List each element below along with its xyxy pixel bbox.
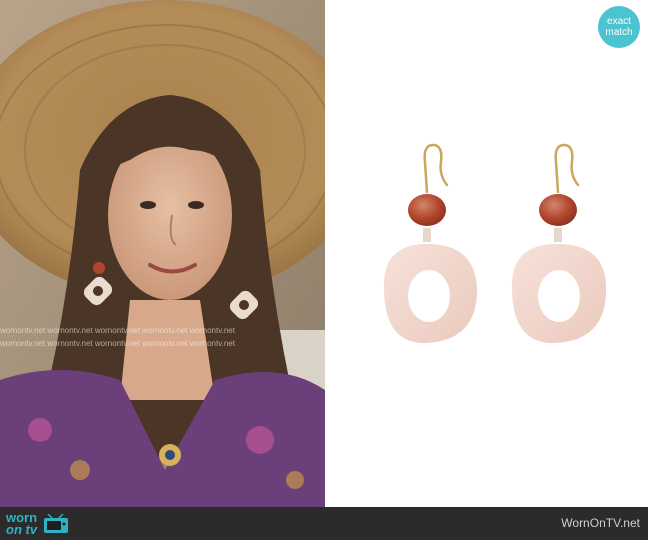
logo-bottom: on tv	[6, 521, 38, 537]
product-image	[325, 0, 648, 507]
site-name: WornOnTV.net	[561, 516, 640, 530]
tv-icon	[44, 513, 69, 533]
logo-text: worn on tv	[6, 511, 38, 537]
earrings-illustration	[383, 143, 607, 344]
watermark-row: wornontv.net wornontv.net wornontv.net w…	[0, 326, 235, 335]
wornontv-logo[interactable]: worn on tv	[6, 510, 69, 537]
exact-match-badge: exact match	[598, 6, 640, 48]
woman-photo: wornontv.net wornontv.net wornontv.net w…	[0, 0, 325, 507]
badge-line-1: exact	[607, 16, 631, 27]
footer-bar: worn on tv WornOnTV.net	[0, 507, 648, 540]
watermark-row: wornontv.net wornontv.net wornontv.net w…	[0, 339, 235, 348]
woman-illustration	[0, 0, 325, 507]
badge-line-2: match	[605, 27, 633, 38]
